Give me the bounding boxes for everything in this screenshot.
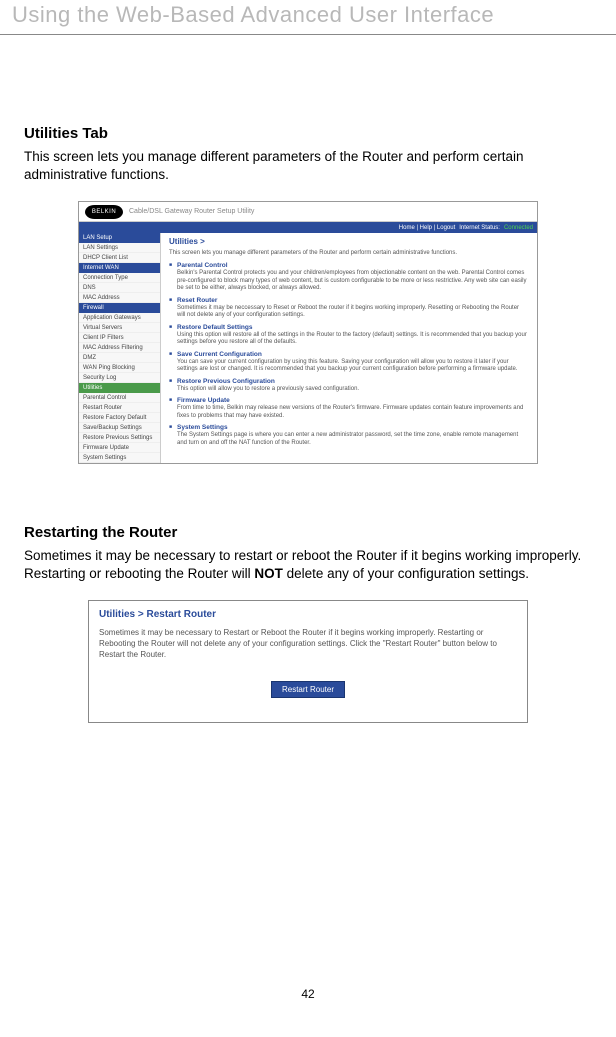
utility-item-title[interactable]: System Settings (177, 424, 228, 431)
utilities-list-item: System SettingsThe System Settings page … (169, 424, 529, 447)
sidebar-item[interactable]: Restore Previous Settings (79, 433, 160, 443)
utilities-intro: This screen lets you manage different pa… (169, 250, 529, 256)
utility-item-desc: This option will allow you to restore a … (177, 386, 529, 394)
utilities-list-item: Save Current ConfigurationYou can save y… (169, 351, 529, 374)
screenshot-body: LAN SetupLAN SettingsDHCP Client ListInt… (79, 233, 537, 463)
sidebar: LAN SetupLAN SettingsDHCP Client ListInt… (79, 233, 161, 463)
sidebar-heading: Utilities (79, 383, 160, 393)
sidebar-item[interactable]: Firmware Update (79, 443, 160, 453)
utility-item-desc: From time to time, Belkin may release ne… (177, 405, 529, 420)
sidebar-heading: Internet WAN (79, 263, 160, 273)
screenshot-header: BELKIN Cable/DSL Gateway Router Setup Ut… (79, 202, 537, 222)
utilities-list-item: Firmware UpdateFrom time to time, Belkin… (169, 397, 529, 420)
utility-item-desc: Belkin's Parental Control protects you a… (177, 270, 529, 293)
restart-button-row: Restart Router (99, 681, 517, 698)
restart-router-button[interactable]: Restart Router (271, 681, 345, 698)
page-header: Using the Web-Based Advanced User Interf… (0, 0, 616, 35)
sidebar-item[interactable]: Restore Factory Default (79, 413, 160, 423)
sidebar-item[interactable]: Parental Control (79, 393, 160, 403)
sidebar-item[interactable]: WAN Ping Blocking (79, 363, 160, 373)
restart-breadcrumb: Utilities > Restart Router (99, 609, 517, 620)
utility-item-desc: You can save your current configuration … (177, 359, 529, 374)
restarting-desc-post: delete any of your configuration setting… (283, 566, 529, 581)
internet-status-value: Connected (504, 225, 533, 231)
restarting-heading: Restarting the Router (24, 524, 592, 541)
page-number: 42 (0, 987, 616, 1001)
utilities-screenshot: BELKIN Cable/DSL Gateway Router Setup Ut… (78, 201, 538, 464)
utility-item-title[interactable]: Reset Router (177, 297, 217, 304)
restarting-desc: Sometimes it may be necessary to restart… (24, 547, 592, 582)
sidebar-item[interactable]: Connection Type (79, 273, 160, 283)
restarting-desc-not: NOT (254, 566, 283, 581)
sidebar-item[interactable]: MAC Address Filtering (79, 343, 160, 353)
sidebar-heading: Firewall (79, 303, 160, 313)
utility-item-title[interactable]: Restore Default Settings (177, 324, 253, 331)
sidebar-heading: LAN Setup (79, 233, 160, 243)
sidebar-item[interactable]: Virtual Servers (79, 323, 160, 333)
page-content: Utilities Tab This screen lets you manag… (0, 35, 616, 723)
utilities-breadcrumb: Utilities > (169, 237, 529, 246)
utility-item-title[interactable]: Save Current Configuration (177, 351, 262, 358)
sidebar-item[interactable]: System Settings (79, 453, 160, 463)
utility-item-title[interactable]: Parental Control (177, 262, 228, 269)
sidebar-item[interactable]: Security Log (79, 373, 160, 383)
utilities-list: Parental ControlBelkin's Parental Contro… (169, 262, 529, 447)
utility-item-desc: Sometimes it may be neccessary to Reset … (177, 305, 529, 320)
belkin-logo: BELKIN (85, 205, 123, 219)
utilities-list-item: Restore Previous ConfigurationThis optio… (169, 378, 529, 394)
sidebar-item[interactable]: DNS (79, 283, 160, 293)
sidebar-item[interactable]: LAN Settings (79, 243, 160, 253)
utilities-list-item: Restore Default SettingsUsing this optio… (169, 324, 529, 347)
sidebar-item[interactable]: Client IP Filters (79, 333, 160, 343)
sidebar-item[interactable]: Application Gateways (79, 313, 160, 323)
utilities-tab-desc: This screen lets you manage different pa… (24, 148, 592, 183)
sidebar-item[interactable]: MAC Address (79, 293, 160, 303)
top-nav-links[interactable]: Home | Help | Logout (399, 225, 455, 231)
utility-item-desc: Using this option will restore all of th… (177, 332, 529, 347)
restart-desc: Sometimes it may be necessary to Restart… (99, 628, 517, 660)
sidebar-item[interactable]: DMZ (79, 353, 160, 363)
main-panel: Utilities > This screen lets you manage … (161, 233, 537, 463)
utilities-list-item: Parental ControlBelkin's Parental Contro… (169, 262, 529, 293)
top-nav-bar: Home | Help | Logout Internet Status: Co… (79, 222, 537, 233)
sidebar-item[interactable]: DHCP Client List (79, 253, 160, 263)
setup-utility-label: Cable/DSL Gateway Router Setup Utility (129, 208, 254, 215)
restart-router-screenshot: Utilities > Restart Router Sometimes it … (88, 600, 528, 722)
utility-item-desc: The System Settings page is where you ca… (177, 432, 529, 447)
utilities-list-item: Reset RouterSometimes it may be neccessa… (169, 297, 529, 320)
sidebar-item[interactable]: Save/Backup Settings (79, 423, 160, 433)
utility-item-title[interactable]: Restore Previous Configuration (177, 378, 275, 385)
utilities-tab-heading: Utilities Tab (24, 125, 592, 142)
sidebar-item[interactable]: Restart Router (79, 403, 160, 413)
utility-item-title[interactable]: Firmware Update (177, 397, 230, 404)
internet-status-label: Internet Status: (459, 225, 500, 231)
